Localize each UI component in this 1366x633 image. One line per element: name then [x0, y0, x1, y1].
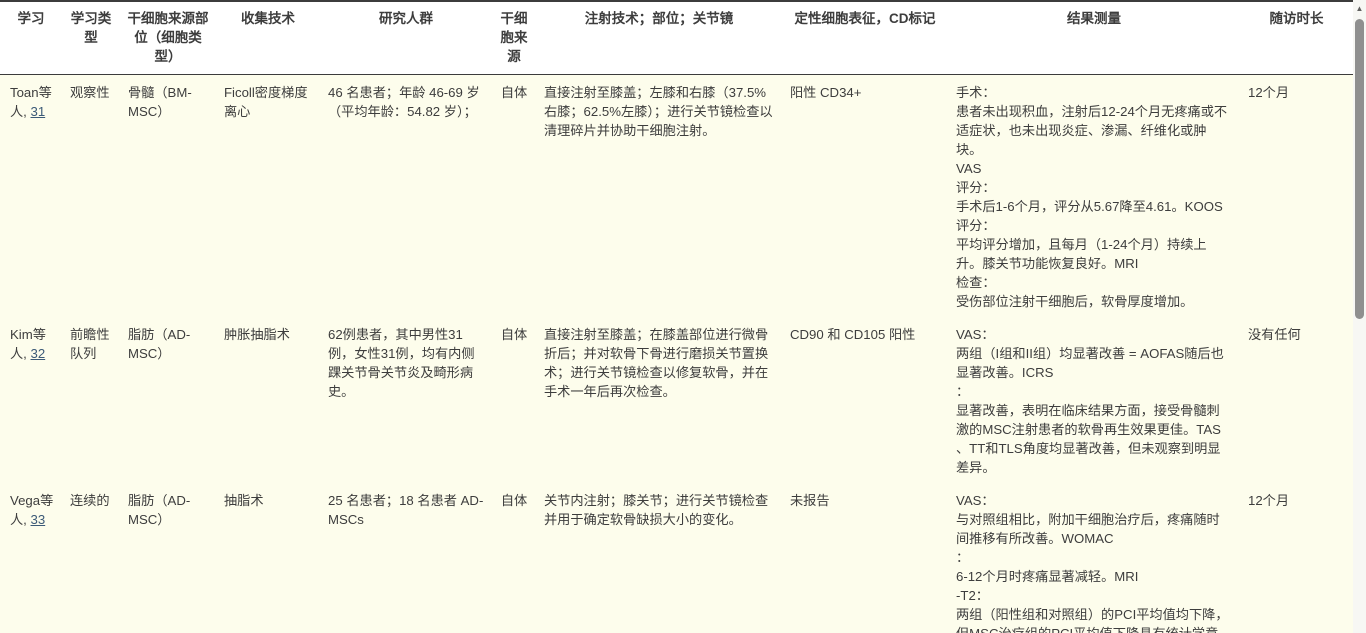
cell-population: 46 名患者；年龄 46-69 岁（平均年龄：54.82 岁）； — [320, 75, 492, 318]
cell-collection: 肿胀抽脂术 — [216, 317, 320, 483]
cell-study: Vega等人, 33 — [0, 483, 62, 633]
column-header-collection: 收集技术 — [216, 1, 320, 75]
cell-outcomes: VAS： 与对照组相比，附加干细胞治疗后，疼痛随时间推移有所改善。WOMAC ：… — [948, 483, 1240, 633]
reference-link[interactable]: 32 — [31, 346, 46, 361]
studies-review-table: 学习 学习类型 干细胞来源部位（细胞类型） 收集技术 研究人群 干细胞来源 注射… — [0, 0, 1353, 633]
cell-injection: 关节内注射；膝关节；进行关节镜检查并用于确定软骨缺损大小的变化。 — [536, 483, 782, 633]
table-row-vega: Vega等人, 33 连续的 脂肪（AD-MSC） 抽脂术 25 名患者；18 … — [0, 483, 1353, 633]
cell-outcomes: VAS： 两组（I组和II组）均显著改善 = AOFAS随后也显著改善。ICRS… — [948, 317, 1240, 483]
cell-outcomes: 手术： 患者未出现积血，注射后12-24个月无疼痛或不适症状，也未出现炎症、渗漏… — [948, 75, 1240, 318]
cell-study-type: 观察性 — [62, 75, 120, 318]
cell-cell-origin: 自体 — [492, 75, 536, 318]
column-header-outcomes: 结果测量 — [948, 1, 1240, 75]
cell-cd-markers: 未报告 — [782, 483, 948, 633]
cell-source-site: 骨髓（BM-MSC） — [120, 75, 216, 318]
cell-source-site: 脂肪（AD-MSC） — [120, 483, 216, 633]
vertical-scrollbar[interactable]: ▲ — [1353, 0, 1366, 633]
reference-link[interactable]: 33 — [31, 512, 46, 527]
cell-followup: 12个月 — [1240, 483, 1353, 633]
page-viewport: 学习 学习类型 干细胞来源部位（细胞类型） 收集技术 研究人群 干细胞来源 注射… — [0, 0, 1366, 633]
column-header-cd-markers: 定性细胞表征，CD标记 — [782, 1, 948, 75]
cell-injection: 直接注射至膝盖；左膝和右膝（37.5%右膝；62.5%左膝）；进行关节镜检查以清… — [536, 75, 782, 318]
table-row-kim: Kim等人, 32 前瞻性队列 脂肪（AD-MSC） 肿胀抽脂术 62例患者，其… — [0, 317, 1353, 483]
cell-cd-markers: 阳性 CD34+ — [782, 75, 948, 318]
cell-collection: 抽脂术 — [216, 483, 320, 633]
table-header-row: 学习 学习类型 干细胞来源部位（细胞类型） 收集技术 研究人群 干细胞来源 注射… — [0, 1, 1353, 75]
scrollbar-thumb[interactable] — [1355, 19, 1364, 319]
cell-source-site: 脂肪（AD-MSC） — [120, 317, 216, 483]
column-header-injection: 注射技术；部位；关节镜 — [536, 1, 782, 75]
column-header-study: 学习 — [0, 1, 62, 75]
column-header-study-type: 学习类型 — [62, 1, 120, 75]
cell-population: 62例患者，其中男性31例，女性31例，均有内侧踝关节骨关节炎及畸形病史。 — [320, 317, 492, 483]
cell-study-type: 连续的 — [62, 483, 120, 633]
column-header-cell-source-site: 干细胞来源部位（细胞类型） — [120, 1, 216, 75]
cell-population: 25 名患者；18 名患者 AD-MSCs — [320, 483, 492, 633]
column-header-population: 研究人群 — [320, 1, 492, 75]
column-header-cell-origin: 干细胞来源 — [492, 1, 536, 75]
column-header-followup: 随访时长 — [1240, 1, 1353, 75]
cell-cell-origin: 自体 — [492, 483, 536, 633]
cell-study: Toan等人, 31 — [0, 75, 62, 318]
cell-collection: Ficoll密度梯度离心 — [216, 75, 320, 318]
reference-link[interactable]: 31 — [31, 104, 46, 119]
table-content: 学习 学习类型 干细胞来源部位（细胞类型） 收集技术 研究人群 干细胞来源 注射… — [0, 0, 1353, 633]
cell-study-type: 前瞻性队列 — [62, 317, 120, 483]
cell-injection: 直接注射至膝盖；在膝盖部位进行微骨折后；并对软骨下骨进行磨损关节置换术；进行关节… — [536, 317, 782, 483]
cell-followup: 12个月 — [1240, 75, 1353, 318]
scroll-up-icon[interactable]: ▲ — [1353, 0, 1366, 16]
cell-cell-origin: 自体 — [492, 317, 536, 483]
cell-study: Kim等人, 32 — [0, 317, 62, 483]
cell-cd-markers: CD90 和 CD105 阳性 — [782, 317, 948, 483]
table-row-toan: Toan等人, 31 观察性 骨髓（BM-MSC） Ficoll密度梯度离心 4… — [0, 75, 1353, 318]
cell-followup: 没有任何 — [1240, 317, 1353, 483]
